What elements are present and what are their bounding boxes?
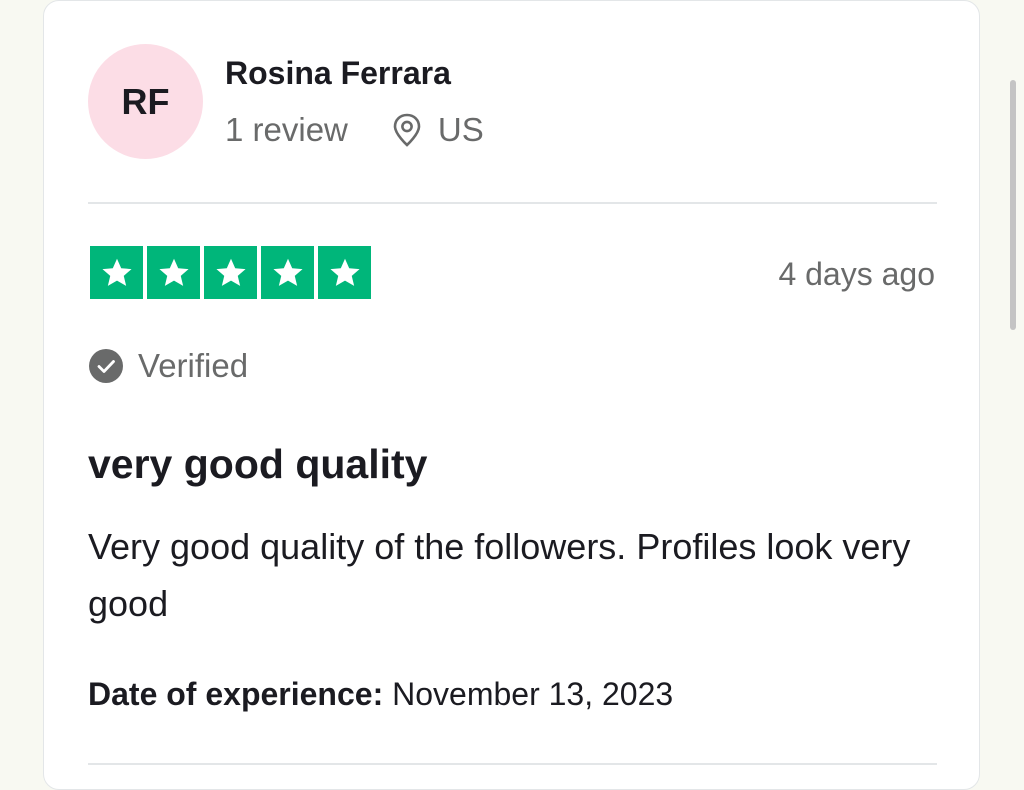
- star-rating: [90, 246, 371, 299]
- avatar-initials: RF: [121, 80, 170, 122]
- star-icon: [261, 246, 314, 299]
- map-pin-icon: [392, 113, 422, 147]
- header-divider: [88, 202, 937, 204]
- star-icon: [90, 246, 143, 299]
- reviewer-name[interactable]: Rosina Ferrara: [225, 55, 451, 92]
- star-icon: [318, 246, 371, 299]
- review-card: RF Rosina Ferrara 1 review US 4 days ago…: [43, 0, 980, 790]
- review-body: Very good quality of the followers. Prof…: [88, 526, 911, 624]
- verified-label: Verified: [138, 347, 249, 384]
- verified-badge[interactable]: Verified: [88, 347, 248, 385]
- star-icon: [204, 246, 257, 299]
- avatar[interactable]: RF: [88, 44, 203, 159]
- review-title[interactable]: very good quality: [88, 441, 427, 488]
- reviewer-meta: 1 review US: [225, 111, 484, 149]
- reviewer-country: US: [437, 111, 484, 148]
- review-count: 1 review: [225, 111, 348, 148]
- check-circle-icon: [88, 348, 124, 384]
- scrollbar[interactable]: [1010, 80, 1016, 330]
- experience-date: November 13, 2023: [392, 676, 674, 712]
- experience-label: Date of experience:: [88, 676, 384, 712]
- review-posted-date: 4 days ago: [778, 256, 935, 292]
- date-of-experience: Date of experience: November 13, 2023: [88, 676, 673, 713]
- footer-divider: [88, 763, 937, 765]
- star-icon: [147, 246, 200, 299]
